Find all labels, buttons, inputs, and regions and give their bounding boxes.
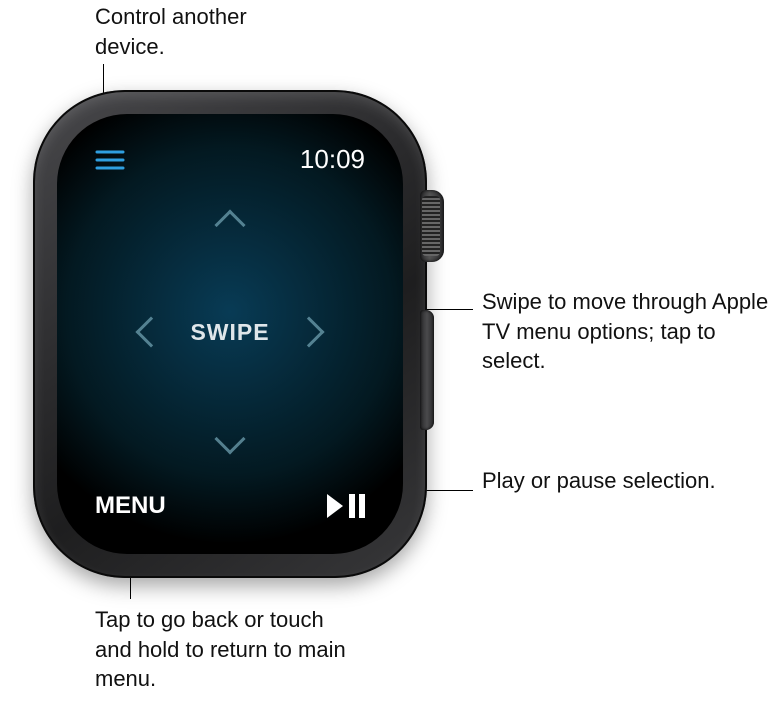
play-pause-icon [327,494,365,518]
digital-crown[interactable] [420,190,444,262]
list-icon-svg [95,149,125,171]
swipe-label: SWIPE [190,319,269,346]
callout-menu: Tap to go back or touch and hold to retu… [95,605,355,694]
chevron-down-icon [214,423,245,454]
list-icon[interactable] [95,149,125,171]
chevron-up-icon [214,209,245,240]
play-pause-button[interactable] [327,494,365,518]
callout-play-pause: Play or pause selection. [482,466,732,496]
chevron-right-icon [293,316,324,347]
swipe-pad[interactable]: SWIPE [57,204,403,454]
callout-control-device: Control another device. [95,2,295,61]
side-button[interactable] [420,310,434,430]
swipe-center-row: SWIPE [140,319,319,346]
callout-swipe: Swipe to move through Apple TV menu opti… [482,287,772,376]
chevron-left-icon [136,316,167,347]
menu-button[interactable]: MENU [95,492,166,520]
